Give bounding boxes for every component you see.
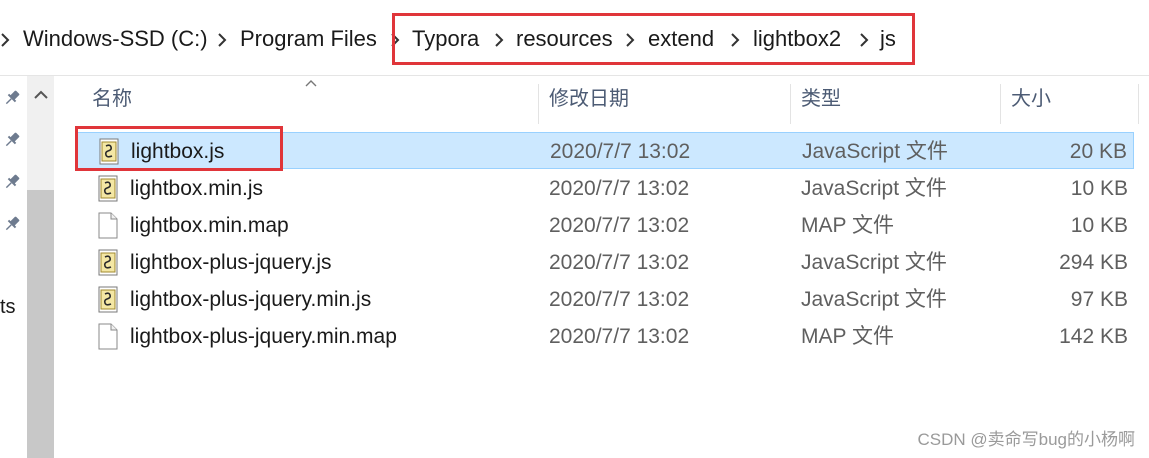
- file-size: 142 KB: [1059, 325, 1128, 348]
- file-name: lightbox.min.map: [130, 214, 289, 237]
- column-divider[interactable]: [1000, 84, 1001, 124]
- chevron-right-icon[interactable]: [859, 24, 869, 54]
- breadcrumb-lightbox2[interactable]: lightbox2: [753, 24, 841, 54]
- js-script-icon: [96, 175, 120, 202]
- file-name: lightbox-plus-jquery.js: [130, 251, 332, 274]
- pin-icon[interactable]: [2, 214, 22, 234]
- file-size: 294 KB: [1059, 251, 1128, 274]
- chevron-right-icon[interactable]: [217, 24, 227, 54]
- js-script-icon: [96, 286, 120, 313]
- chevron-right-icon[interactable]: [0, 24, 10, 54]
- file-date: 2020/7/7 13:02: [549, 214, 690, 237]
- chevron-right-icon[interactable]: [494, 24, 504, 54]
- column-header-type[interactable]: 类型: [801, 76, 841, 122]
- chevron-right-icon[interactable]: [730, 24, 740, 54]
- pin-icon[interactable]: [2, 130, 22, 150]
- file-date: 2020/7/7 13:02: [550, 140, 691, 163]
- blank-file-icon: [96, 212, 120, 239]
- file-type: MAP 文件: [801, 214, 894, 237]
- breadcrumb-windows-ssd[interactable]: Windows-SSD (C:): [23, 24, 208, 54]
- chevron-right-icon[interactable]: [390, 24, 400, 54]
- file-size: 10 KB: [1070, 177, 1128, 200]
- file-type: JavaScript 文件: [802, 140, 948, 163]
- file-size: 20 KB: [1069, 140, 1127, 163]
- pin-icon[interactable]: [2, 172, 22, 192]
- file-name: lightbox.js: [131, 140, 225, 163]
- file-size: 10 KB: [1070, 214, 1128, 237]
- column-header-size[interactable]: 大小: [1011, 76, 1051, 122]
- chevron-right-icon[interactable]: [625, 24, 635, 54]
- breadcrumb-extend[interactable]: extend: [648, 24, 714, 54]
- file-name: lightbox-plus-jquery.min.map: [130, 325, 397, 348]
- column-divider[interactable]: [790, 84, 791, 124]
- nav-item-truncated[interactable]: ts: [0, 296, 16, 319]
- breadcrumb-program-files[interactable]: Program Files: [240, 24, 377, 54]
- file-name: lightbox.min.js: [130, 177, 264, 200]
- js-script-icon: [97, 138, 121, 165]
- breadcrumb-typora[interactable]: Typora: [412, 24, 479, 54]
- file-row[interactable]: lightbox-plus-jquery.min.map 2020/7/7 13…: [76, 318, 1134, 355]
- column-header-row: 名称 修改日期 类型 大小: [76, 76, 1140, 124]
- nav-scrollbar-thumb[interactable]: [27, 190, 54, 458]
- breadcrumb-resources[interactable]: resources: [516, 24, 613, 54]
- js-script-icon: [96, 249, 120, 276]
- file-type: JavaScript 文件: [801, 288, 947, 311]
- watermark-text: CSDN @卖命写bug的小杨啊: [917, 430, 1135, 449]
- scroll-up-arrow-icon[interactable]: [30, 84, 52, 106]
- file-date: 2020/7/7 13:02: [549, 288, 690, 311]
- breadcrumb-js[interactable]: js: [880, 24, 896, 54]
- file-row[interactable]: lightbox.min.map 2020/7/7 13:02 MAP 文件 1…: [76, 207, 1134, 244]
- file-type: JavaScript 文件: [801, 251, 947, 274]
- file-type: JavaScript 文件: [801, 177, 947, 200]
- file-date: 2020/7/7 13:02: [549, 325, 690, 348]
- file-date: 2020/7/7 13:02: [549, 251, 690, 274]
- column-divider[interactable]: [1138, 84, 1139, 124]
- column-header-date[interactable]: 修改日期: [549, 76, 629, 122]
- pin-icon[interactable]: [2, 88, 22, 108]
- file-name: lightbox-plus-jquery.min.js: [130, 288, 372, 311]
- file-date: 2020/7/7 13:02: [549, 177, 690, 200]
- file-row[interactable]: lightbox-plus-jquery.js 2020/7/7 13:02 J…: [76, 244, 1134, 281]
- column-header-name[interactable]: 名称: [92, 76, 132, 122]
- file-row[interactable]: lightbox.min.js 2020/7/7 13:02 JavaScrip…: [76, 170, 1134, 207]
- file-size: 97 KB: [1070, 288, 1128, 311]
- file-type: MAP 文件: [801, 325, 894, 348]
- file-row[interactable]: lightbox.js 2020/7/7 13:02 JavaScript 文件…: [76, 132, 1134, 169]
- address-bar: Windows-SSD (C:) Program Files Typora re…: [0, 0, 1149, 76]
- blank-file-icon: [96, 323, 120, 350]
- file-row[interactable]: lightbox-plus-jquery.min.js 2020/7/7 13:…: [76, 281, 1134, 318]
- column-divider[interactable]: [538, 84, 539, 124]
